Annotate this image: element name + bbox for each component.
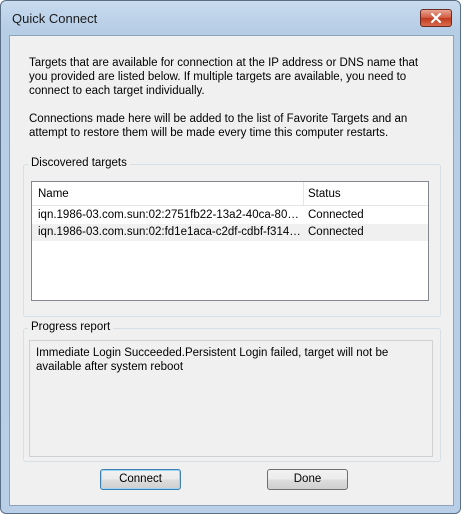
target-status: Connected [308,209,364,221]
list-header: Name Status [32,182,428,206]
window-title: Quick Connect [12,11,98,26]
dialog-body: Targets that are available for connectio… [9,35,454,506]
done-button[interactable]: Done [267,469,348,490]
list-item[interactable]: iqn.1986-03.com.sun:02:2751fb22-13a2-40c… [32,207,428,224]
target-name: iqn.1986-03.com.sun:02:2751fb22-13a2-40c… [38,209,302,221]
target-status: Connected [308,226,364,238]
connect-button[interactable]: Connect [100,469,181,490]
description-text: Targets that are available for connectio… [29,57,419,97]
favorites-note-text: Connections made here will be added to t… [29,113,408,139]
close-icon [430,13,442,23]
progress-report-group: Progress report Immediate Login Succeede… [23,321,441,462]
column-header-name[interactable]: Name [32,182,304,205]
discovered-targets-group: Discovered targets Name Status iqn.1986-… [23,157,441,317]
progress-report-label: Progress report [28,321,114,333]
close-button[interactable] [420,9,452,27]
quick-connect-dialog: Quick Connect Targets that are available… [0,0,461,514]
discovered-targets-label: Discovered targets [28,157,130,169]
targets-list[interactable]: Name Status iqn.1986-03.com.sun:02:2751f… [31,181,429,301]
progress-report-text: Immediate Login Succeeded.Persistent Log… [29,340,433,457]
list-item[interactable]: iqn.1986-03.com.sun:02:fd1e1aca-c2df-cdb… [32,224,428,241]
target-name: iqn.1986-03.com.sun:02:fd1e1aca-c2df-cdb… [38,226,302,238]
column-header-status[interactable]: Status [304,182,428,205]
title-bar[interactable]: Quick Connect [1,1,460,35]
